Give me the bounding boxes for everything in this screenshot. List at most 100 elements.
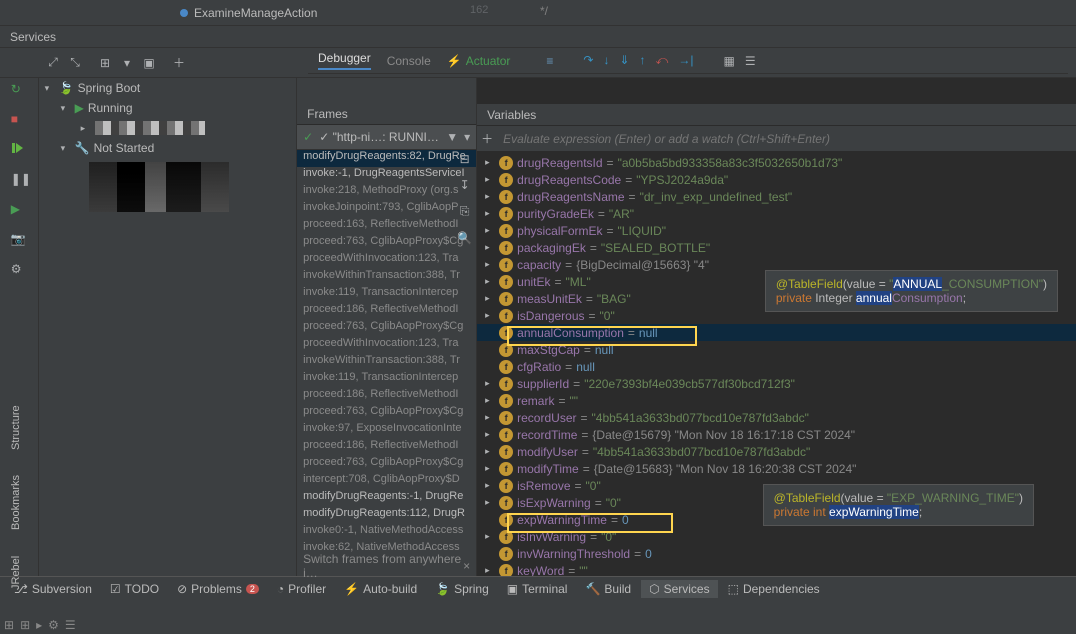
- frame-row[interactable]: modifyDrugReagents:-1, DrugRe: [297, 490, 476, 507]
- frame-row[interactable]: proceed:763, CglibAopProxy$Cg: [297, 405, 476, 422]
- variable-value: 0: [622, 513, 629, 527]
- chevron-down-icon[interactable]: ▾: [464, 130, 470, 144]
- run-to-cursor-icon[interactable]: →|: [678, 53, 693, 68]
- stop-icon[interactable]: ■: [11, 112, 27, 128]
- tab-dependencies[interactable]: ⬚Dependencies: [720, 580, 828, 598]
- variable-row[interactable]: ▸fdrugReagentsId = "a0b5ba5bd933358a83c3…: [477, 154, 1076, 171]
- copy-icon[interactable]: ⎘: [460, 204, 470, 219]
- tab-profiler[interactable]: ◔Profiler: [269, 580, 334, 598]
- filter-icon[interactable]: ▾: [118, 54, 136, 72]
- resume-icon[interactable]: [11, 142, 27, 158]
- variable-name: isExpWarning: [517, 496, 591, 510]
- variable-value: {Date@15679} "Mon Nov 18 16:17:18 CST 20…: [592, 428, 855, 442]
- nav-icon[interactable]: ↧: [460, 178, 470, 192]
- side-tab-bookmarks[interactable]: Bookmarks: [10, 475, 22, 530]
- tab-services[interactable]: ⬡Services: [641, 580, 718, 598]
- tab-spring[interactable]: 🍃Spring: [427, 580, 497, 598]
- add-icon[interactable]: ＋: [170, 54, 188, 72]
- drop-frame-icon[interactable]: ⤺: [656, 53, 669, 68]
- variable-row[interactable]: ▸fphysicalFormEk = "LIQUID": [477, 222, 1076, 239]
- frame-row[interactable]: invoke:97, ExposeInvocationInte: [297, 422, 476, 439]
- frame-row[interactable]: proceed:763, CglibAopProxy$Cg: [297, 235, 476, 252]
- frames-thread-selector[interactable]: ✓ ✓ "http-ni…: RUNNING ▼ ▾: [297, 125, 476, 150]
- tree-item[interactable]: ▸: [39, 118, 297, 138]
- add-watch-icon[interactable]: ＋: [477, 130, 497, 147]
- variable-row[interactable]: fcfgRatio = null: [477, 358, 1076, 375]
- trace-icon[interactable]: ☰: [745, 54, 756, 68]
- equals: =: [581, 411, 588, 425]
- pause-icon[interactable]: ❚❚: [11, 172, 27, 188]
- tab-problems[interactable]: ⊘Problems2: [169, 580, 267, 598]
- side-tab-jrebel[interactable]: JRebel: [10, 556, 22, 590]
- variable-row[interactable]: ▸fsupplierId = "220e7393bf4e039cb577df30…: [477, 375, 1076, 392]
- tab-console[interactable]: Console: [387, 54, 431, 68]
- tab-actuator[interactable]: ⚡Actuator: [447, 54, 511, 68]
- editor-tab[interactable]: ExamineManageAction: [170, 2, 327, 24]
- frame-row[interactable]: invoke:119, TransactionIntercep: [297, 371, 476, 388]
- frame-row[interactable]: modifyDrugReagents:112, DrugR: [297, 507, 476, 524]
- frame-row[interactable]: proceed:163, ReflectiveMethodI: [297, 218, 476, 235]
- step-over-icon[interactable]: ↷: [583, 53, 593, 68]
- camera-icon[interactable]: 📷: [11, 232, 27, 248]
- run-icon[interactable]: ▶: [11, 202, 27, 218]
- variable-row[interactable]: ▸fmodifyTime = {Date@15683} "Mon Nov 18 …: [477, 460, 1076, 477]
- rerun-icon[interactable]: ↻: [11, 82, 27, 98]
- frame-row[interactable]: invoke:218, MethodProxy (org.s: [297, 184, 476, 201]
- collapse-icon[interactable]: ⤡: [66, 54, 84, 72]
- frame-row[interactable]: invoke:-1, DrugReagentsServiceI: [297, 167, 476, 184]
- step-out-icon[interactable]: ↑: [640, 53, 646, 68]
- group-icon[interactable]: ⊞: [96, 54, 114, 72]
- step-bar-icon[interactable]: ≡: [546, 54, 553, 68]
- frames-list[interactable]: modifyDrugReagents:82, DrugReinvoke:-1, …: [297, 150, 476, 556]
- tree-running[interactable]: ▾ ▶ Running: [39, 98, 297, 118]
- frame-row[interactable]: proceedWithInvocation:123, Tra: [297, 337, 476, 354]
- frame-row[interactable]: modifyDrugReagents:82, DrugRe: [297, 150, 476, 167]
- layout-icon[interactable]: ▣: [140, 54, 158, 72]
- frame-row[interactable]: proceedWithInvocation:123, Tra: [297, 252, 476, 269]
- variable-row[interactable]: ▸fpurityGradeEk = "AR": [477, 205, 1076, 222]
- frame-row[interactable]: proceed:763, CglibAopProxy$Cg: [297, 320, 476, 337]
- variable-row[interactable]: fannualConsumption = null: [477, 324, 1076, 341]
- settings-icon[interactable]: ⚙: [11, 262, 27, 278]
- frame-row[interactable]: invokeWithinTransaction:388, Tr: [297, 269, 476, 286]
- frame-row[interactable]: proceed:186, ReflectiveMethodI: [297, 303, 476, 320]
- frame-row[interactable]: invoke0:-1, NativeMethodAccess: [297, 524, 476, 541]
- frame-row[interactable]: invokeJoinpoint:793, CglibAopP: [297, 201, 476, 218]
- step-into-icon[interactable]: ↓: [603, 53, 609, 68]
- close-icon[interactable]: ×: [463, 559, 470, 573]
- variable-row[interactable]: ▸fpackagingEk = "SEALED_BOTTLE": [477, 239, 1076, 256]
- tree-not-started[interactable]: ▾ 🔧 Not Started: [39, 138, 297, 158]
- variable-row[interactable]: finvWarningThreshold = 0: [477, 545, 1076, 562]
- frame-row[interactable]: proceed:763, CglibAopProxy$Cg: [297, 456, 476, 473]
- variable-row[interactable]: ▸frecordUser = "4bb541a3633bd077bcd10e78…: [477, 409, 1076, 426]
- variable-row[interactable]: ▸frecordTime = {Date@15679} "Mon Nov 18 …: [477, 426, 1076, 443]
- search-icon[interactable]: 🔍: [457, 231, 472, 245]
- tree-root[interactable]: ▾ 🍃 Spring Boot: [39, 78, 297, 98]
- variable-row[interactable]: ▸fdrugReagentsName = "dr_inv_exp_undefin…: [477, 188, 1076, 205]
- tab-autobuild[interactable]: ⚡Auto-build: [336, 580, 425, 598]
- variable-row[interactable]: ▸fremark = "": [477, 392, 1076, 409]
- tab-debugger[interactable]: Debugger: [318, 51, 371, 70]
- tab-todo[interactable]: ☑TODO: [102, 580, 167, 598]
- frame-row[interactable]: invoke:119, TransactionIntercep: [297, 286, 476, 303]
- expand-icon[interactable]: ⤢: [44, 54, 62, 72]
- frame-row[interactable]: intercept:708, CglibAopProxy$D: [297, 473, 476, 490]
- frame-row[interactable]: proceed:186, ReflectiveMethodI: [297, 388, 476, 405]
- tab-terminal[interactable]: ▣Terminal: [499, 580, 576, 598]
- variable-row[interactable]: fmaxStgCap = null: [477, 341, 1076, 358]
- variable-row[interactable]: ▸fisInvWarning = "0": [477, 528, 1076, 545]
- variable-row[interactable]: ▸fmodifyUser = "4bb541a3633bd077bcd10e78…: [477, 443, 1076, 460]
- evaluate-input[interactable]: [497, 132, 1076, 146]
- frame-row[interactable]: proceed:186, ReflectiveMethodI: [297, 439, 476, 456]
- side-tab-structure[interactable]: Structure: [10, 405, 22, 450]
- tab-build[interactable]: 🔨Build: [577, 580, 639, 598]
- force-step-into-icon[interactable]: ⇓: [619, 53, 629, 68]
- variable-row[interactable]: ▸fkeyWord = "": [477, 562, 1076, 576]
- nav-icon[interactable]: ⊟: [460, 152, 470, 166]
- filter-icon[interactable]: ▼: [446, 130, 458, 144]
- frame-row[interactable]: invokeWithinTransaction:388, Tr: [297, 354, 476, 371]
- equals: =: [565, 360, 572, 374]
- frames-footer: Switch frames from anywhere i… ×: [297, 556, 476, 576]
- evaluate-icon[interactable]: ▦: [724, 54, 735, 68]
- variable-row[interactable]: ▸fdrugReagentsCode = "YPSJ2024a9da": [477, 171, 1076, 188]
